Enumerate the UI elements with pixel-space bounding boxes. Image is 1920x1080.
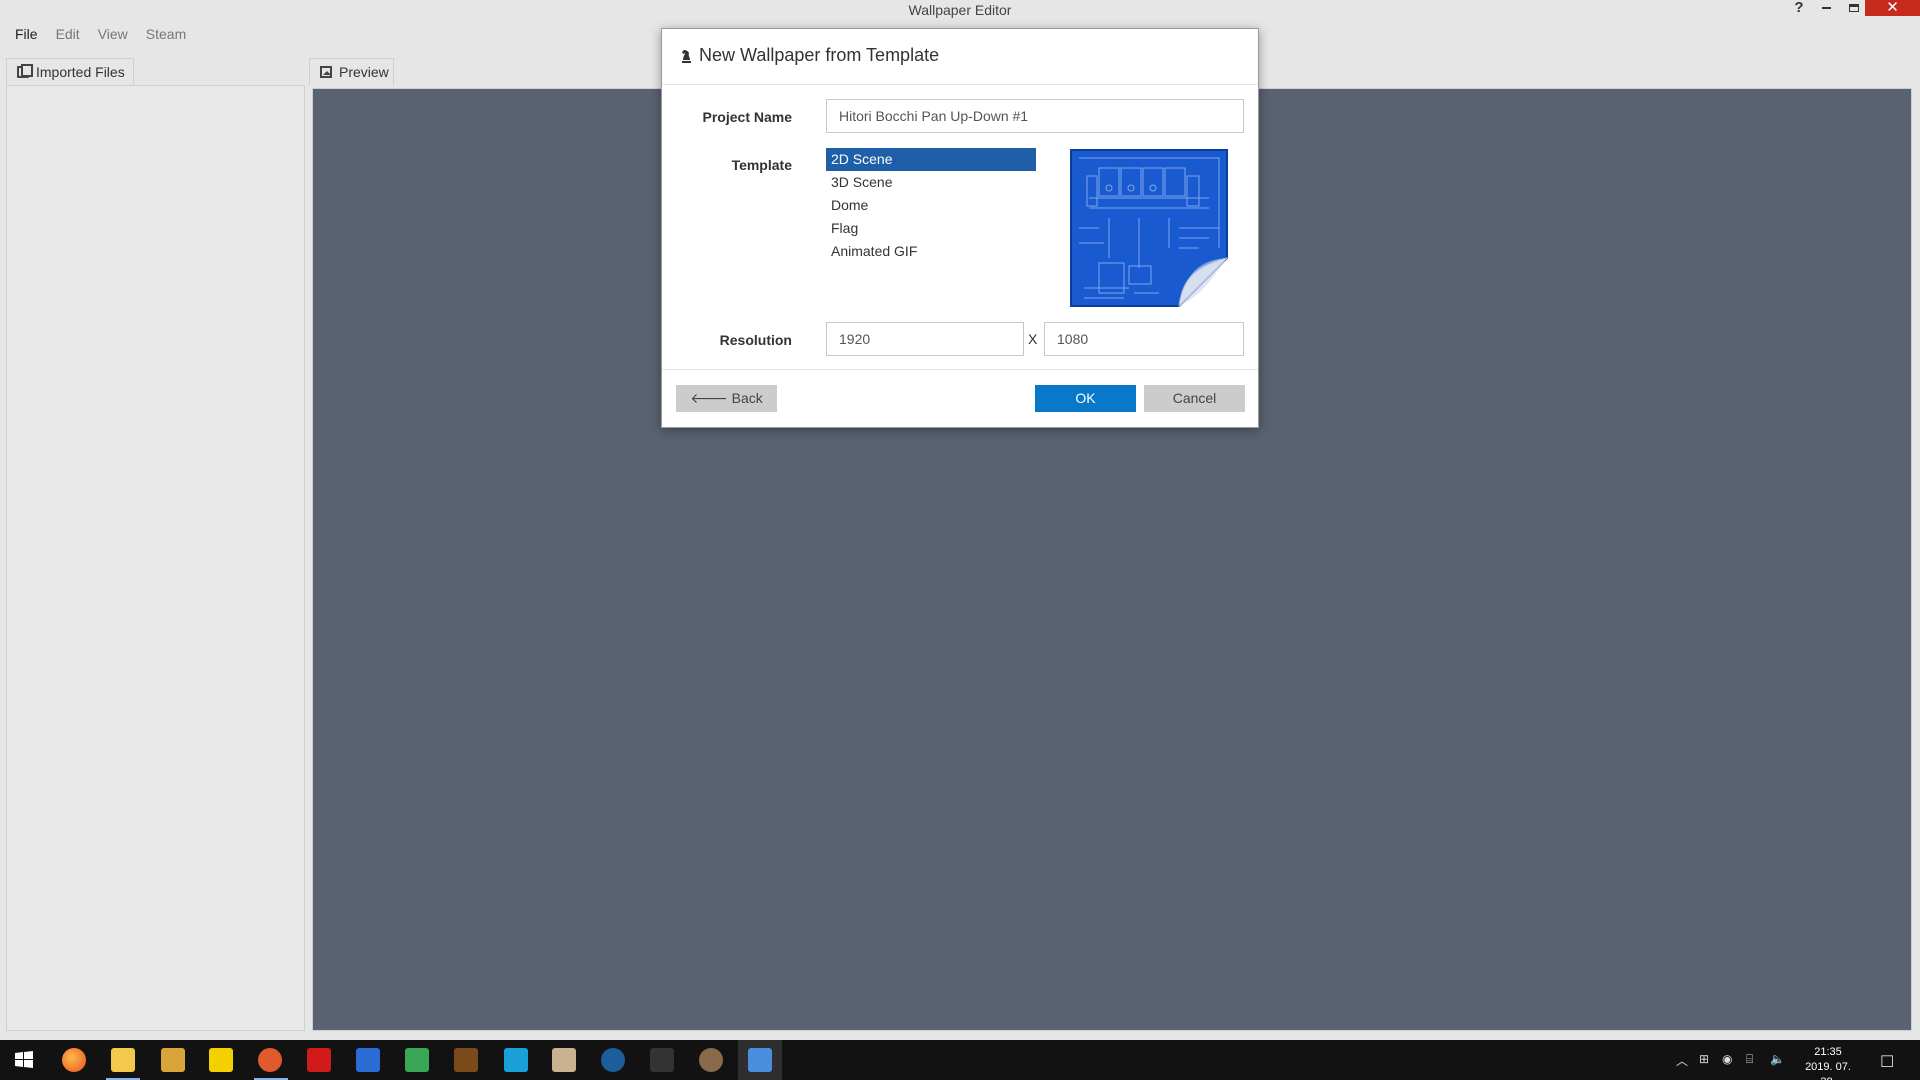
template-item-3d-scene[interactable]: 3D Scene [826,171,1036,194]
dialog-divider [662,369,1258,370]
settings-gear-icon[interactable] [258,1048,282,1072]
clock[interactable]: 21:35 2019. 07. 28. [1796,1045,1860,1080]
dialog-header: New Wallpaper from Template [662,29,1258,85]
exile-game-icon[interactable] [650,1048,674,1072]
spreadsheet-icon[interactable] [405,1048,429,1072]
steam-icon[interactable] [601,1048,625,1072]
brain-icon[interactable] [699,1048,723,1072]
template-label: Template [731,157,792,173]
clock-date: 2019. 07. 28. [1805,1061,1851,1080]
menu-steam[interactable]: Steam [137,24,195,46]
template-item-dome[interactable]: Dome [826,194,1036,217]
chess-knight-icon [682,50,691,63]
maximize-button[interactable] [1843,0,1865,16]
menu-view[interactable]: View [89,24,137,46]
window-title-bar: Wallpaper Editor [0,0,1920,20]
pdf-reader-icon[interactable] [307,1048,331,1072]
menu-edit[interactable]: Edit [47,24,89,46]
tab-preview[interactable]: Preview [309,58,394,85]
cancel-button[interactable]: Cancel [1144,385,1245,412]
template-list[interactable]: 2D Scene 3D Scene Dome Flag Animated GIF [826,148,1036,263]
taskbar: ︿ ⊞ ◉ ⌸ 🔈 21:35 2019. 07. 28. ☐ [0,1040,1920,1080]
maximize-icon [1849,4,1859,12]
tray-app-icon[interactable]: ⊞ [1699,1052,1709,1066]
arrow-left-icon: 🡐 [690,390,728,406]
file-explorer-icon[interactable] [111,1048,135,1072]
image-icon [320,66,332,78]
windows-start-icon[interactable] [12,1048,36,1072]
ok-button[interactable]: OK [1035,385,1136,412]
new-wallpaper-dialog: New Wallpaper from Template Project Name… [661,28,1259,428]
tray-steam-icon[interactable]: ◉ [1722,1052,1732,1066]
back-button-label: Back [731,390,763,406]
imported-files-panel [6,85,305,1031]
project-name-label: Project Name [702,109,792,125]
sticky-notes-icon[interactable] [209,1048,233,1072]
files-icon [17,64,33,78]
template-blueprint-preview [1070,149,1229,308]
tray-chevron-icon[interactable]: ︿ [1676,1052,1688,1069]
minimize-button[interactable] [1815,0,1837,16]
resolution-width-input[interactable] [826,322,1024,356]
volume-icon[interactable]: 🔈 [1770,1052,1785,1066]
resolution-height-input[interactable] [1044,322,1244,356]
network-icon[interactable]: ⌸ [1746,1052,1753,1067]
library-icon[interactable] [454,1048,478,1072]
template-item-2d-scene[interactable]: 2D Scene [826,148,1036,171]
help-button[interactable]: ? [1789,0,1809,16]
document-icon[interactable] [356,1048,380,1072]
x-app-icon[interactable] [504,1048,528,1072]
tab-preview-label: Preview [339,64,389,80]
window-title: Wallpaper Editor [908,2,1012,18]
menu-file[interactable]: File [6,24,47,46]
close-button[interactable]: ✕ [1865,0,1920,16]
resolution-label: Resolution [719,332,792,348]
project-name-input[interactable] [826,99,1244,133]
lightning-app-icon[interactable] [161,1048,185,1072]
template-item-animated-gif[interactable]: Animated GIF [826,240,1036,263]
firefox-icon[interactable] [62,1048,86,1072]
template-item-flag[interactable]: Flag [826,217,1036,240]
tab-imported-files[interactable]: Imported Files [6,58,134,85]
clock-time: 21:35 [1814,1046,1842,1058]
menu-bar: File Edit View Steam [6,24,195,46]
resolution-separator: X [1028,331,1038,347]
game-icon[interactable] [552,1048,576,1072]
tab-imported-files-label: Imported Files [36,64,125,80]
minimize-icon [1821,7,1831,10]
notification-icon[interactable]: ☐ [1880,1052,1894,1072]
back-button[interactable]: 🡐 Back [676,385,777,412]
wallpaper-engine-active-indicator [738,1040,782,1080]
dialog-title: New Wallpaper from Template [699,45,940,65]
